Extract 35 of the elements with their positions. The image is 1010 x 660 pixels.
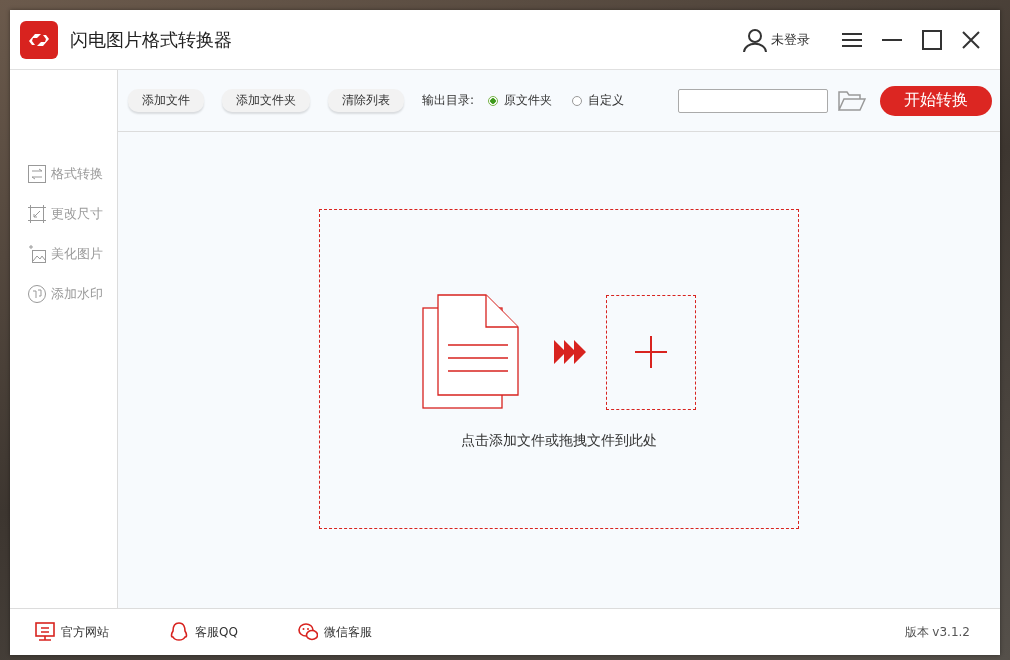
folder-icon[interactable] — [838, 90, 866, 111]
arrows-icon — [553, 340, 586, 364]
resize-icon — [28, 205, 46, 223]
path-field[interactable] — [678, 88, 828, 113]
window-title: 闪电图片格式转换器 — [70, 27, 232, 52]
app-logo-icon — [20, 20, 58, 59]
close-icon[interactable] — [962, 30, 980, 49]
wechat-icon — [297, 622, 318, 642]
footer-link[interactable]: 微信客服 — [297, 622, 372, 642]
add-file-button[interactable] — [605, 294, 696, 410]
convert-icon — [28, 165, 46, 183]
drop-hint: 点击添加文件或拖拽文件到此处 — [460, 432, 657, 450]
plus-icon — [634, 336, 667, 368]
menu-icon[interactable] — [842, 31, 862, 48]
watermark-icon — [28, 285, 46, 303]
beautify-icon — [28, 245, 46, 263]
maximize-icon[interactable] — [922, 29, 942, 50]
radio-label: 原文件夹 — [504, 92, 552, 109]
start-button[interactable]: 开始转换 — [880, 85, 992, 116]
toolbar-button[interactable]: 添加文件 — [127, 89, 204, 112]
version-label: 版本 v3.1.2 — [904, 623, 970, 641]
output-label: 输出目录: — [421, 92, 474, 109]
toolbar-button[interactable]: 清除列表 — [327, 89, 404, 112]
drop-area[interactable]: 点击添加文件或拖拽文件到此处 — [318, 209, 799, 529]
footer-link[interactable]: 官方网站 — [35, 622, 109, 642]
footer-link[interactable]: 客服QQ — [169, 622, 238, 642]
user-icon — [743, 27, 767, 52]
documents-icon — [421, 294, 520, 410]
radio-label: 自定义 — [588, 92, 624, 109]
login-button[interactable]: 未登录 — [743, 27, 810, 52]
radio-button[interactable] — [488, 95, 498, 106]
toolbar-button[interactable]: 添加文件夹 — [221, 89, 310, 112]
website-icon — [35, 622, 55, 642]
radio-button[interactable] — [572, 95, 582, 106]
qq-icon — [169, 622, 189, 642]
